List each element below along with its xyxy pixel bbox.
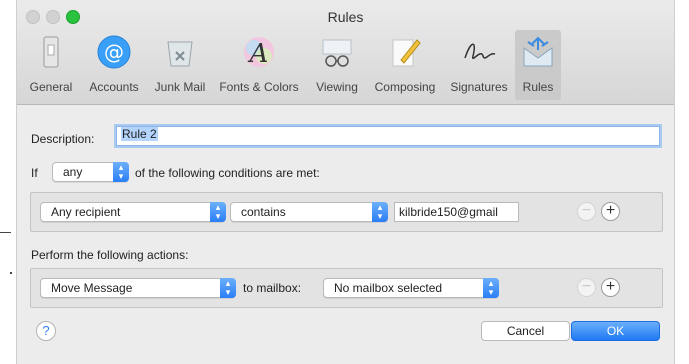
chevron-updown-icon: ▴ ▾ bbox=[372, 202, 388, 222]
tab-fonts-colors[interactable]: A Fonts & Colors bbox=[214, 30, 304, 100]
ok-button[interactable]: OK bbox=[571, 321, 660, 341]
trash-icon bbox=[162, 34, 198, 70]
condition-value-field[interactable]: kilbride150@gmail bbox=[394, 202, 519, 222]
conditions-suffix: of the following conditions are met: bbox=[135, 166, 320, 180]
tab-general[interactable]: General bbox=[19, 30, 83, 100]
remove-condition-button[interactable]: − bbox=[577, 202, 596, 221]
remove-action-button[interactable]: − bbox=[577, 278, 596, 297]
chevron-updown-icon: ▴ ▾ bbox=[220, 278, 236, 298]
mailbox-value: No mailbox selected bbox=[334, 281, 443, 295]
add-action-button[interactable]: + bbox=[601, 278, 620, 297]
help-button[interactable]: ? bbox=[36, 321, 56, 341]
tab-junk-mail[interactable]: Junk Mail bbox=[147, 30, 213, 100]
action-row: Move Message ▴ ▾ to mailbox: No mailbox s… bbox=[30, 268, 663, 308]
tab-accounts[interactable]: @ Accounts bbox=[83, 30, 145, 100]
add-condition-button[interactable]: + bbox=[601, 202, 620, 221]
actions-label: Perform the following actions: bbox=[31, 248, 189, 262]
rule-editor: Description: Rule 2 If any ▴ ▾ of the fol… bbox=[17, 105, 674, 364]
rules-envelope-icon bbox=[520, 34, 556, 70]
background-line bbox=[0, 232, 11, 233]
chevron-updown-icon: ▴ ▾ bbox=[483, 278, 499, 298]
svg-text:A: A bbox=[248, 39, 269, 69]
condition-operator-value: contains bbox=[241, 205, 286, 219]
condition-field-value: Any recipient bbox=[51, 205, 121, 219]
chevron-updown-icon: ▴ ▾ bbox=[113, 162, 129, 182]
glasses-icon bbox=[319, 34, 355, 70]
tab-rules[interactable]: Rules bbox=[515, 30, 561, 100]
to-mailbox-label: to mailbox: bbox=[243, 281, 302, 295]
rules-window: Rules General @ Accounts Junk Mail A Fon… bbox=[16, 0, 675, 364]
action-type-popup[interactable]: Move Message ▴ ▾ bbox=[40, 278, 236, 298]
tab-viewing[interactable]: Viewing bbox=[306, 30, 368, 100]
action-type-value: Move Message bbox=[51, 281, 133, 295]
cancel-button[interactable]: Cancel bbox=[481, 321, 570, 341]
title-bar: Rules General @ Accounts Junk Mail A Fon… bbox=[17, 0, 674, 105]
mailbox-popup[interactable]: No mailbox selected ▴ ▾ bbox=[323, 278, 499, 298]
pencil-icon bbox=[387, 34, 423, 70]
match-any-value: any bbox=[63, 165, 83, 179]
description-value: Rule 2 bbox=[121, 127, 158, 141]
signature-icon bbox=[461, 34, 497, 70]
condition-row: Any recipient ▴ ▾ contains ▴ ▾ kilbride150… bbox=[30, 192, 663, 232]
match-any-popup[interactable]: any ▴ ▾ bbox=[52, 162, 129, 182]
chevron-updown-icon: ▴ ▾ bbox=[210, 202, 226, 222]
condition-field-popup[interactable]: Any recipient ▴ ▾ bbox=[40, 202, 226, 222]
svg-text:@: @ bbox=[104, 40, 124, 64]
fonts-colors-icon: A bbox=[241, 34, 277, 70]
background-dot bbox=[10, 272, 12, 274]
window-title: Rules bbox=[327, 9, 364, 25]
general-icon bbox=[33, 34, 69, 70]
at-sign-icon: @ bbox=[96, 34, 132, 70]
if-label: If bbox=[31, 166, 38, 180]
tab-composing[interactable]: Composing bbox=[368, 30, 442, 100]
description-label: Description: bbox=[31, 132, 95, 146]
description-field[interactable]: Rule 2 bbox=[116, 126, 660, 146]
tab-signatures[interactable]: Signatures bbox=[444, 30, 514, 100]
condition-operator-popup[interactable]: contains ▴ ▾ bbox=[230, 202, 388, 222]
